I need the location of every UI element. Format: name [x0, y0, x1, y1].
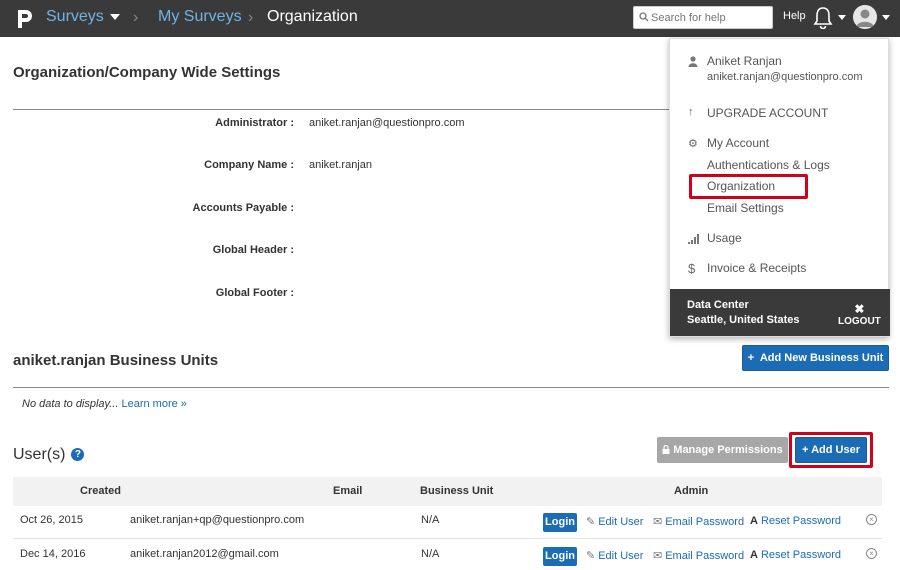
- dollar-icon: $: [688, 261, 696, 276]
- company-name-value: aniket.ranjan: [309, 159, 372, 171]
- created-cell: Oct 26, 2015: [20, 514, 83, 526]
- table-row: Oct 26, 2015 aniket.ranjan+qp@questionpr…: [13, 506, 882, 539]
- lock-icon: [662, 444, 670, 454]
- data-center-location: Seattle, United States: [687, 314, 800, 326]
- account-dropdown-menu: Aniket Ranjan aniket.ranjan@questionpro.…: [669, 38, 890, 337]
- column-admin: Admin: [674, 485, 709, 497]
- gears-icon: ⚙: [688, 138, 698, 150]
- business-unit-cell: N/A: [421, 548, 440, 560]
- envelope-icon: ✉: [653, 516, 663, 528]
- logout-label: LOGOUT: [838, 316, 881, 327]
- breadcrumb-current-page: Organization: [267, 8, 358, 25]
- edit-user-link[interactable]: ✎ Edit User: [586, 515, 643, 528]
- avatar[interactable]: [853, 5, 877, 29]
- no-data-text: No data to display...: [22, 398, 119, 410]
- plus-icon: +: [747, 352, 755, 364]
- divider: [13, 387, 889, 388]
- help-link[interactable]: Help: [783, 10, 806, 22]
- remove-user-icon[interactable]: ×: [866, 548, 877, 559]
- invoice-receipts-link[interactable]: Invoice & Receipts: [707, 261, 806, 275]
- reset-password-label: Reset Password: [760, 515, 842, 527]
- email-password-link[interactable]: ✉ Email Password: [653, 549, 744, 562]
- email-cell: aniket.ranjan2012@gmail.com: [130, 548, 279, 560]
- help-question-icon[interactable]: ?: [71, 448, 85, 462]
- help-search-box[interactable]: [633, 6, 773, 29]
- login-button[interactable]: Login: [543, 513, 577, 532]
- dropdown-user-name: Aniket Ranjan: [707, 54, 782, 68]
- search-icon: [639, 12, 649, 22]
- column-created: Created: [80, 485, 121, 497]
- manage-permissions-label: Manage Permissions: [673, 444, 783, 456]
- business-units-title: aniket.ranjan Business Units: [13, 352, 219, 369]
- table-row: Dec 14, 2016 aniket.ranjan2012@gmail.com…: [13, 540, 882, 570]
- company-name-label: Company Name :: [204, 159, 294, 171]
- email-password-link[interactable]: ✉ Email Password: [653, 515, 744, 528]
- email-password-label: Email Password: [665, 516, 745, 528]
- chevron-down-icon: [109, 13, 120, 20]
- chevron-down-icon[interactable]: [882, 15, 890, 20]
- remove-user-icon[interactable]: ×: [866, 514, 877, 525]
- bar-chart-icon: [688, 234, 699, 244]
- administrator-label: Administrator :: [215, 117, 294, 129]
- surveys-menu-label: Surveys: [46, 8, 104, 25]
- no-data-message: No data to display... Learn more »: [22, 398, 187, 410]
- arrow-up-icon: ↑: [688, 106, 694, 118]
- reset-password-label: Reset Password: [760, 549, 842, 561]
- authentications-logs-link[interactable]: Authentications & Logs: [707, 158, 830, 172]
- chevron-down-icon[interactable]: [838, 15, 846, 20]
- users-title: User(s)?: [13, 446, 85, 464]
- divider: [13, 109, 669, 110]
- created-cell: Dec 14, 2016: [20, 548, 86, 560]
- column-email: Email: [333, 485, 363, 497]
- top-navigation-bar: Surveys › My Surveys › Organization Help: [0, 0, 900, 37]
- upgrade-account-link[interactable]: UPGRADE ACCOUNT: [707, 106, 828, 120]
- edit-icon: ✎: [586, 550, 596, 562]
- column-business-unit: Business Unit: [420, 485, 494, 497]
- close-icon: ✖: [854, 302, 865, 316]
- logout-button[interactable]: ✖ LOGOUT: [838, 302, 881, 327]
- my-account-link[interactable]: My Account: [707, 136, 769, 150]
- global-footer-label: Global Footer :: [215, 287, 294, 299]
- reset-icon: A: [750, 549, 758, 561]
- dropdown-user-email: aniket.ranjan@questionpro.com: [707, 71, 863, 83]
- edit-icon: ✎: [586, 516, 596, 528]
- page-title: Organization/Company Wide Settings: [13, 64, 281, 81]
- reset-password-link[interactable]: A Reset Password: [750, 515, 841, 527]
- reset-password-link[interactable]: A Reset Password: [750, 549, 841, 561]
- manage-permissions-button[interactable]: Manage Permissions: [657, 437, 788, 463]
- surveys-menu[interactable]: Surveys: [46, 8, 120, 26]
- breadcrumb-separator-icon: ›: [248, 9, 254, 26]
- add-new-business-unit-label: Add New Business Unit: [759, 352, 884, 364]
- data-center-label: Data Center: [687, 299, 749, 311]
- users-title-label: User(s): [13, 446, 66, 463]
- edit-user-label: Edit User: [598, 516, 644, 528]
- learn-more-link[interactable]: Learn more »: [121, 398, 186, 410]
- questionpro-logo-icon[interactable]: [15, 7, 35, 31]
- accounts-payable-label: Accounts Payable :: [192, 202, 294, 214]
- highlight-box: [789, 432, 873, 468]
- edit-user-link[interactable]: ✎ Edit User: [586, 549, 643, 562]
- email-password-label: Email Password: [665, 550, 745, 562]
- business-unit-cell: N/A: [421, 514, 440, 526]
- users-table-header: Created Email Business Unit Admin: [13, 477, 882, 506]
- help-search-input[interactable]: [651, 9, 769, 26]
- breadcrumb-my-surveys[interactable]: My Surveys: [158, 8, 242, 26]
- usage-link[interactable]: Usage: [707, 231, 742, 245]
- highlight-box: [689, 174, 808, 199]
- bell-icon[interactable]: [812, 5, 834, 29]
- global-header-label: Global Header :: [212, 244, 294, 256]
- breadcrumb-separator-icon: ›: [133, 9, 139, 26]
- login-button[interactable]: Login: [543, 547, 577, 566]
- user-icon: [688, 56, 698, 67]
- reset-icon: A: [750, 515, 758, 527]
- envelope-icon: ✉: [653, 550, 663, 562]
- email-settings-link[interactable]: Email Settings: [707, 201, 784, 215]
- edit-user-label: Edit User: [598, 550, 644, 562]
- data-center-info: Data Center Seattle, United States: [687, 298, 799, 328]
- dropdown-footer: Data Center Seattle, United States ✖ LOG…: [670, 289, 890, 336]
- administrator-value: aniket.ranjan@questionpro.com: [309, 117, 465, 129]
- user-avatar-icon: [853, 5, 877, 29]
- add-new-business-unit-button[interactable]: + Add New Business Unit: [742, 345, 889, 371]
- email-cell: aniket.ranjan+qp@questionpro.com: [130, 514, 305, 526]
